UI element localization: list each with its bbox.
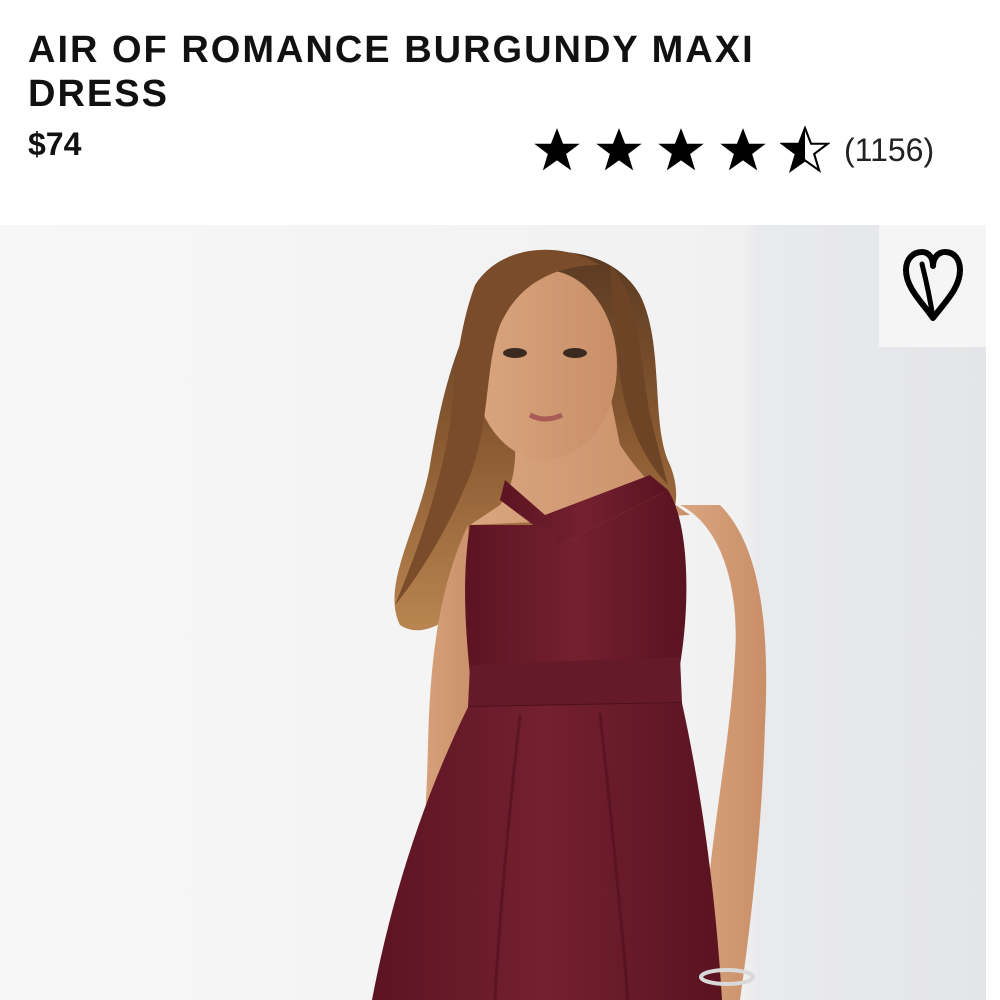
model-photo bbox=[0, 225, 986, 1000]
star-icon bbox=[720, 128, 766, 171]
review-count[interactable]: (1156) bbox=[844, 132, 934, 169]
wishlist-button[interactable] bbox=[879, 225, 986, 347]
star-icon bbox=[658, 128, 704, 171]
heart-icon bbox=[902, 249, 963, 321]
product-rating[interactable]: (1156) bbox=[532, 122, 934, 178]
half-star-icon bbox=[780, 125, 830, 174]
product-image[interactable] bbox=[0, 225, 986, 1000]
product-price: $74 bbox=[28, 126, 82, 162]
product-title: AIR OF ROMANCE BURGUNDY MAXI DRESS bbox=[28, 29, 755, 115]
star-icon bbox=[534, 128, 580, 171]
star-icon bbox=[596, 128, 642, 171]
